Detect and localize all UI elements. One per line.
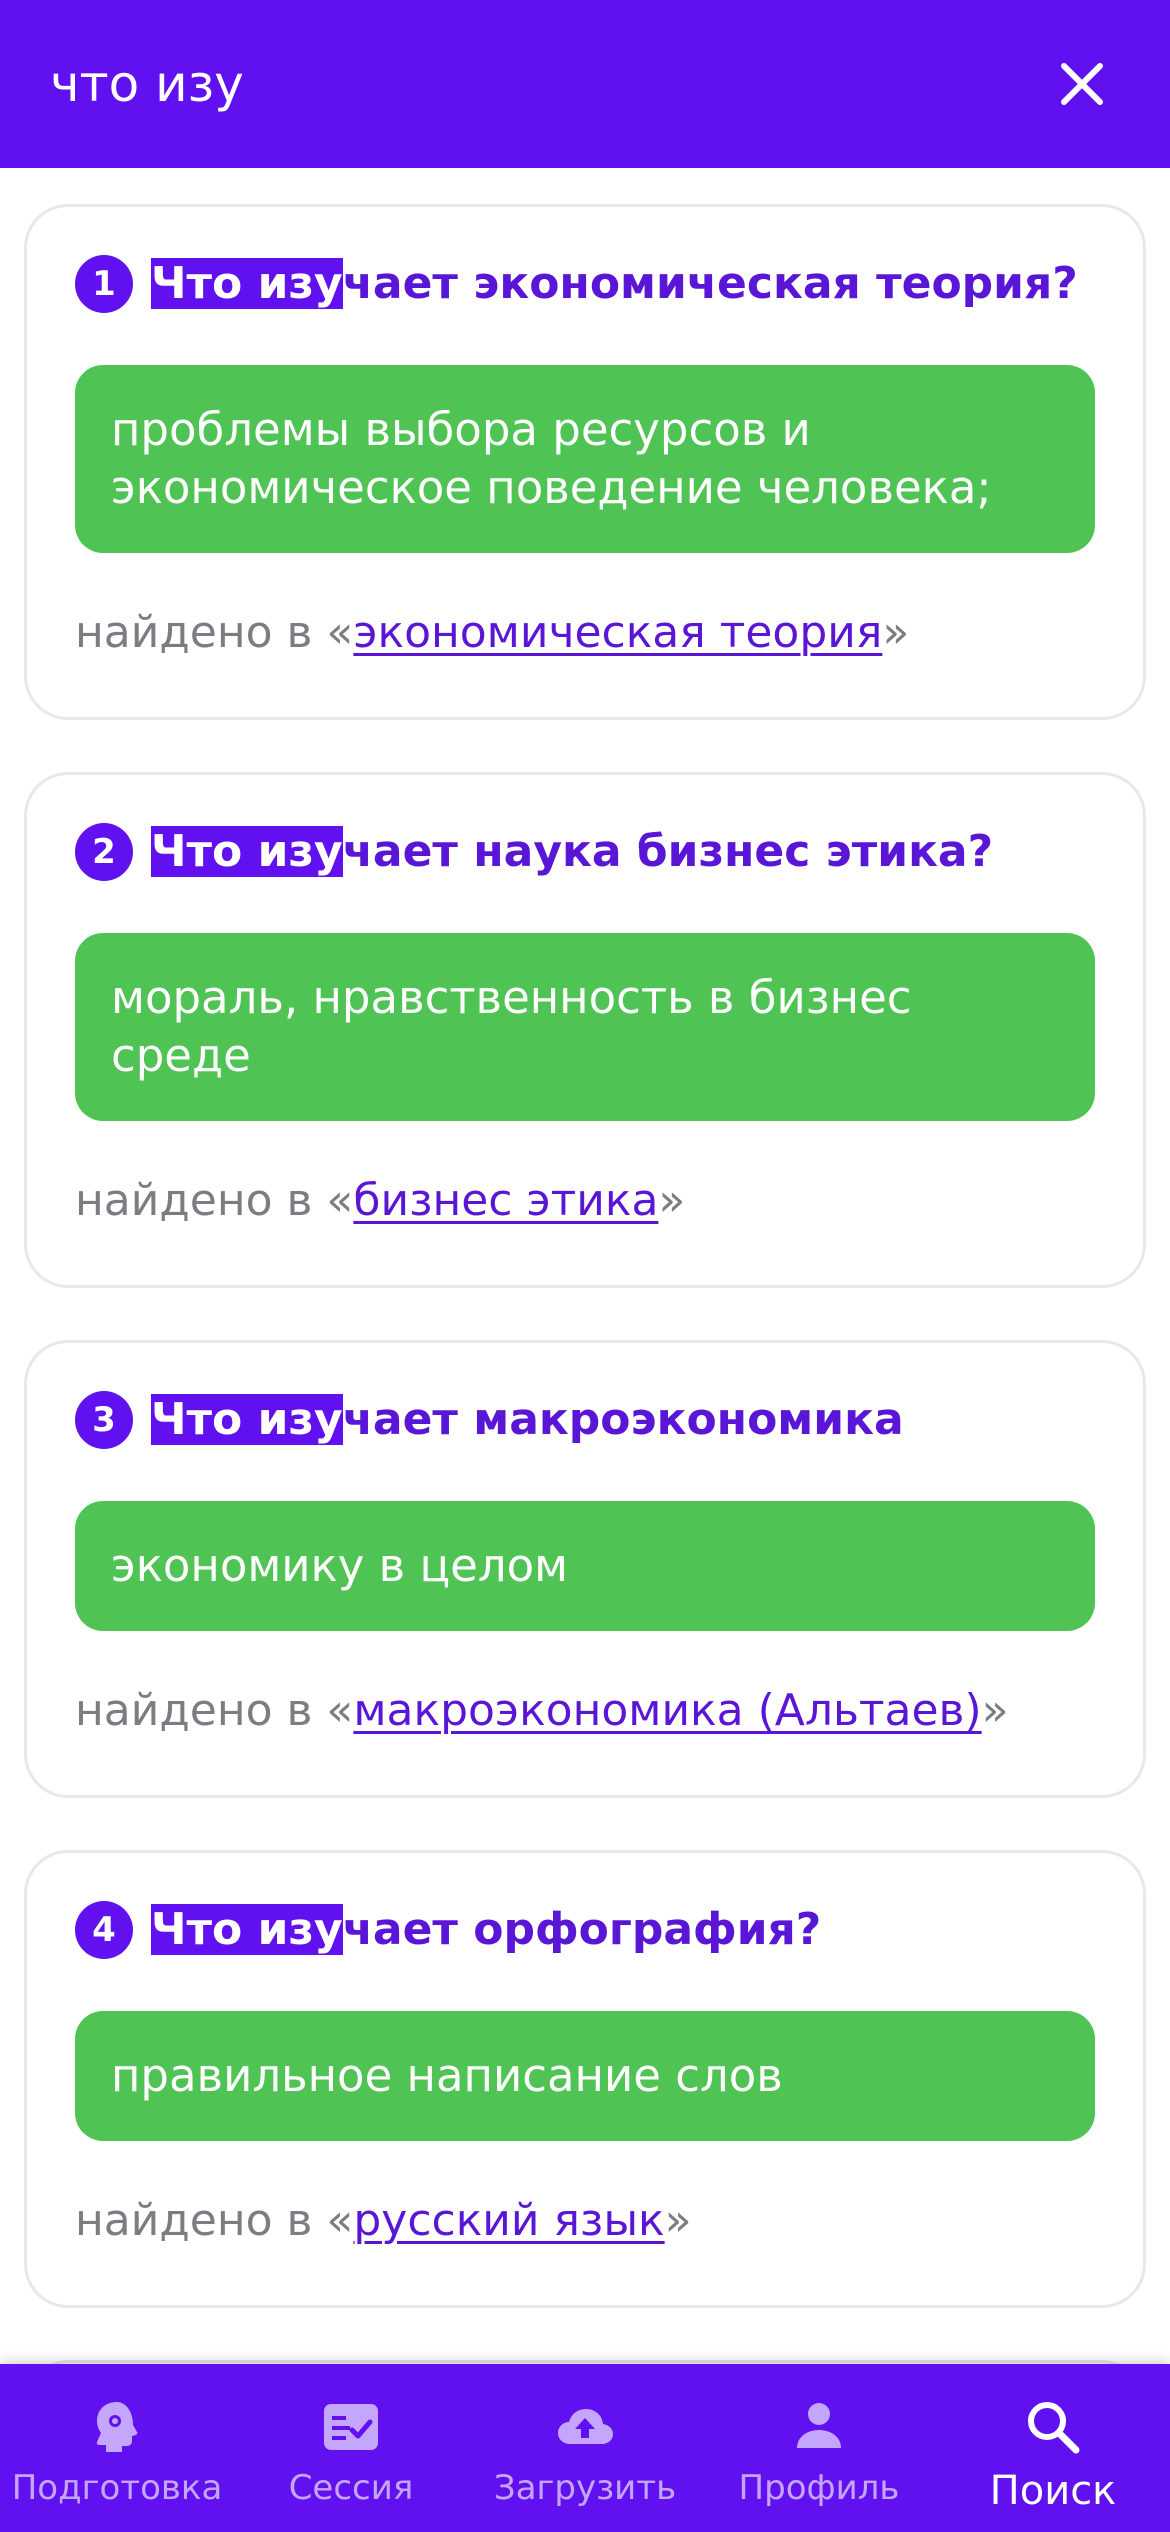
- result-card[interactable]: 3 Что изучает макроэкономика экономику в…: [24, 1340, 1146, 1798]
- match-highlight: Что изу: [151, 1904, 343, 1955]
- bottom-tab-bar: Подготовка Сессия Загрузить Профиль Поис…: [0, 2364, 1170, 2532]
- question-text: Что изучает экономическая теория?: [151, 256, 1078, 312]
- found-prefix: найдено в «: [75, 1175, 354, 1226]
- question-text: Что изучает наука бизнес этика?: [151, 824, 993, 880]
- question-row: 3 Что изучает макроэкономика: [75, 1391, 1095, 1449]
- result-card[interactable]: 2 Что изучает наука бизнес этика? мораль…: [24, 772, 1146, 1288]
- search-input[interactable]: [50, 55, 1042, 113]
- question-text: Что изучает орфография?: [151, 1902, 821, 1958]
- answer-box: мораль, нравственность в бизнес среде: [75, 933, 1095, 1121]
- found-suffix: »: [882, 607, 910, 658]
- result-number-badge: 2: [75, 823, 133, 881]
- tab-search[interactable]: Поиск: [936, 2364, 1170, 2532]
- question-text: Что изучает макроэкономика: [151, 1392, 904, 1448]
- source-link[interactable]: макроэкономика (Альтаев): [353, 1685, 981, 1736]
- found-prefix: найдено в «: [75, 607, 354, 658]
- question-row: 2 Что изучает наука бизнес этика?: [75, 823, 1095, 881]
- results-list: 1 Что изучает экономическая теория? проб…: [0, 168, 1170, 2364]
- match-highlight: Что изу: [151, 826, 343, 877]
- search-icon: [1028, 2402, 1080, 2454]
- result-number-badge: 3: [75, 1391, 133, 1449]
- question-rest: чает наука бизнес этика?: [342, 826, 994, 877]
- search-header: [0, 0, 1170, 168]
- found-prefix: найдено в «: [75, 2195, 354, 2246]
- cloud-upload-icon: [558, 2409, 613, 2444]
- close-icon: [1061, 63, 1103, 105]
- found-suffix: »: [664, 2195, 692, 2246]
- source-link[interactable]: бизнес этика: [353, 1175, 658, 1226]
- found-in: найдено в «макроэкономика (Альтаев)»: [75, 1683, 1095, 1739]
- question-row: 4 Что изучает орфография?: [75, 1901, 1095, 1959]
- source-link[interactable]: экономическая теория: [353, 607, 882, 658]
- found-in: найдено в «экономическая теория»: [75, 605, 1095, 661]
- answer-box: правильное написание слов: [75, 2011, 1095, 2141]
- question-rest: чает орфография?: [342, 1904, 822, 1955]
- tab-profile[interactable]: Профиль: [702, 2364, 936, 2532]
- found-in: найдено в «русский язык»: [75, 2193, 1095, 2249]
- answer-box: проблемы выбора ресурсов и экономическое…: [75, 365, 1095, 553]
- question-row: 1 Что изучает экономическая теория?: [75, 255, 1095, 313]
- tab-label: Загрузить: [493, 2468, 677, 2508]
- found-in: найдено в «бизнес этика»: [75, 1173, 1095, 1229]
- app: 1 Что изучает экономическая теория? проб…: [0, 0, 1170, 2532]
- found-prefix: найдено в «: [75, 1685, 354, 1736]
- tab-label: Поиск: [989, 2468, 1117, 2514]
- person-icon: [797, 2403, 841, 2448]
- tab-label: Профиль: [738, 2468, 900, 2508]
- tab-preparation[interactable]: Подготовка: [0, 2364, 234, 2532]
- result-number-badge: 4: [75, 1901, 133, 1959]
- result-number-badge: 1: [75, 255, 133, 313]
- checklist-icon: [324, 2404, 378, 2450]
- result-card[interactable]: 1 Что изучает экономическая теория? проб…: [24, 204, 1146, 720]
- tab-session[interactable]: Сессия: [234, 2364, 468, 2532]
- tab-label: Подготовка: [11, 2468, 223, 2508]
- tab-label: Сессия: [288, 2468, 414, 2508]
- question-rest: чает макроэкономика: [342, 1394, 904, 1445]
- found-suffix: »: [981, 1685, 1009, 1736]
- head-gear-icon: [96, 2402, 138, 2452]
- answer-box: экономику в целом: [75, 1501, 1095, 1631]
- tab-upload[interactable]: Загрузить: [468, 2364, 702, 2532]
- match-highlight: Что изу: [151, 258, 343, 309]
- question-rest: чает экономическая теория?: [342, 258, 1078, 309]
- found-suffix: »: [658, 1175, 686, 1226]
- source-link[interactable]: русский язык: [353, 2195, 664, 2246]
- close-button[interactable]: [1042, 44, 1122, 124]
- match-highlight: Что изу: [151, 1394, 343, 1445]
- result-card[interactable]: 4 Что изучает орфография? правильное нап…: [24, 1850, 1146, 2308]
